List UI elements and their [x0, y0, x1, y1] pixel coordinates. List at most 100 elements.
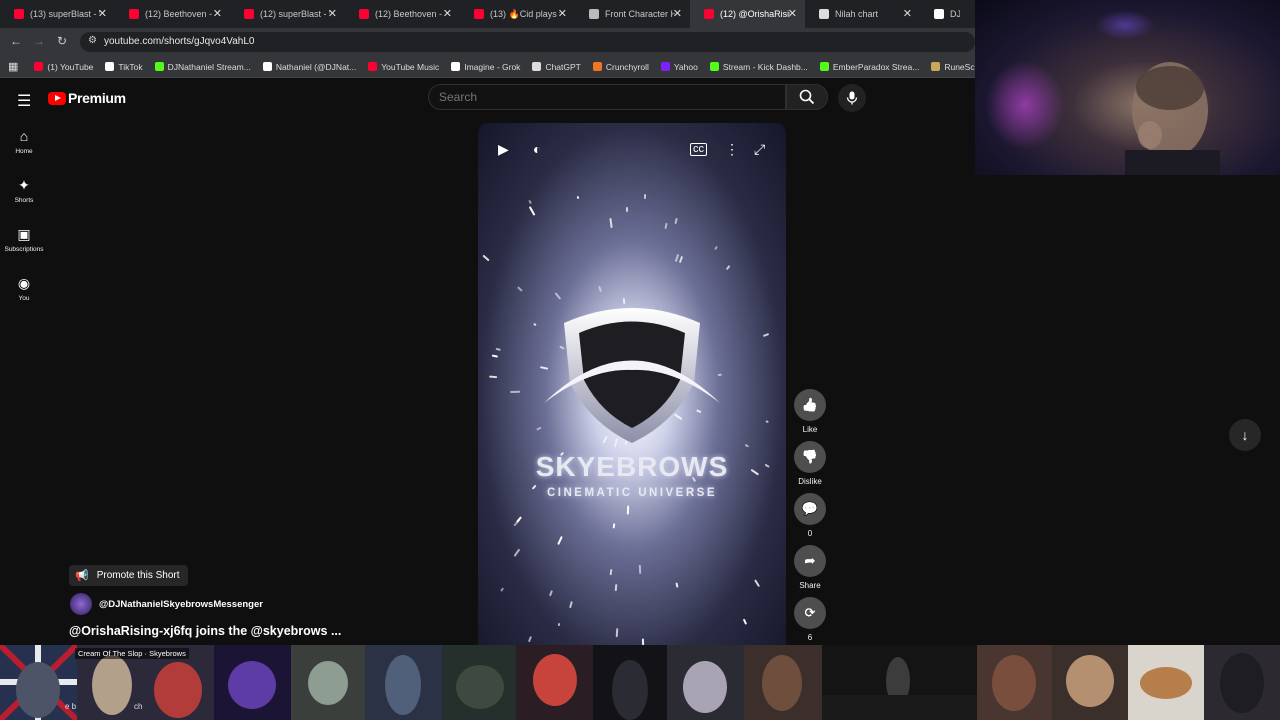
close-tab-icon[interactable]: ✕ [98, 7, 107, 20]
tab-title: (12) Beethoven - Fi [145, 9, 215, 19]
particle-streak [641, 638, 644, 645]
close-tab-icon[interactable]: ✕ [673, 7, 682, 20]
remix-button[interactable]: ⟳ 6 [794, 597, 826, 642]
like-icon[interactable]: 👍 [794, 389, 826, 421]
youtube-logo[interactable]: Premium [48, 90, 126, 106]
particle-streak [613, 522, 616, 529]
browser-tab-strip: (13) superBlast - W ✕ (12) Beethoven - Fi ✕… [0, 0, 975, 28]
dislike-button[interactable]: 👎 Dislike [794, 441, 826, 486]
particle-streak [674, 218, 679, 225]
bookmark-item[interactable]: Stream - Kick Dashb... [709, 61, 808, 72]
youtube-icon [244, 9, 254, 19]
comments-icon[interactable]: 💬 [794, 493, 826, 525]
forward-icon[interactable]: → [33, 34, 45, 48]
site-info-icon[interactable]: ⚙ [88, 35, 97, 46]
channel-avatar[interactable] [70, 593, 92, 615]
bookmark-item[interactable]: ChatGPT [532, 61, 581, 72]
bookmark-item[interactable]: (1) YouTube [34, 62, 93, 72]
bookmark-label: ChatGPT [545, 61, 581, 72]
tab-title: Nilah chart [835, 9, 879, 19]
particle-streak [557, 622, 561, 627]
captions-icon[interactable]: cc [690, 143, 707, 156]
particle-streak [489, 375, 498, 378]
bookmark-favicon-icon [709, 62, 719, 71]
bookmark-item[interactable]: DJNathaniel Stream... [154, 61, 251, 72]
bookmark-favicon-icon [931, 62, 941, 71]
close-tab-icon[interactable]: ✕ [903, 7, 912, 20]
comments-button[interactable]: 💬 0 [794, 493, 826, 538]
browser-tab[interactable]: (12) Beethoven - M ✕ [345, 0, 460, 28]
search-button[interactable] [786, 84, 828, 110]
bookmark-item[interactable]: Imagine - Grok [451, 62, 520, 72]
bookmark-item[interactable]: TikTok [105, 62, 143, 72]
particle-streak [536, 426, 542, 431]
next-short-button[interactable]: ↓ [1229, 419, 1261, 451]
youtube-icon [359, 9, 369, 19]
bookmark-label: Stream - Kick Dashb... [722, 61, 808, 72]
tab-title: (13) superBlast - W [30, 9, 100, 19]
particle-streak [664, 222, 668, 229]
close-tab-icon[interactable]: ✕ [788, 7, 797, 20]
voice-search-button[interactable] [838, 84, 866, 112]
search-icon [799, 89, 815, 105]
shorts-video-player[interactable]: ▶ ◐ cc ⋮ ⤢ SKYEBROWS CINEMATIC UNIVERSE [478, 123, 786, 645]
close-tab-icon[interactable]: ✕ [558, 7, 567, 20]
close-tab-icon[interactable]: ✕ [443, 7, 452, 20]
particle-streak [714, 245, 719, 251]
browser-tab[interactable]: (12) superBlast - W ✕ [230, 0, 345, 28]
browser-tab[interactable]: DJ Na [920, 0, 960, 28]
search-box[interactable] [428, 84, 786, 110]
share-icon[interactable]: ➦ [794, 545, 826, 577]
browser-toolbar: ← → ↻ ⚙ youtube.com/shorts/gJqvo4VahL0 [0, 28, 975, 56]
address-bar[interactable]: ⚙ youtube.com/shorts/gJqvo4VahL0 [80, 32, 975, 52]
channel-link[interactable]: @DJNathanielSkyebrowsMessenger [70, 593, 263, 615]
search-input[interactable] [439, 90, 769, 104]
bookmark-favicon-icon [154, 62, 164, 71]
browser-tab[interactable]: Nilah chart ✕ [805, 0, 920, 28]
bookmark-item[interactable]: EmberParadox Strea... [819, 62, 919, 72]
bookmark-item[interactable]: Yahoo [660, 62, 698, 72]
tiktok-icon [934, 9, 944, 19]
close-tab-icon[interactable]: ✕ [328, 7, 337, 20]
youtube-icon [14, 9, 24, 19]
browser-tab[interactable]: (13) 🔥Cid plays th ✕ [460, 0, 575, 28]
action-label: Share [799, 581, 821, 590]
remix-icon[interactable]: ⟳ [794, 597, 826, 629]
fullscreen-icon[interactable]: ⤢ [754, 141, 765, 158]
particle-streak [609, 217, 613, 228]
bookmark-label: DJNathaniel Stream... [167, 61, 251, 72]
bookmark-item[interactable]: Nathaniel (@DJNat... [262, 62, 356, 72]
browser-tab[interactable]: (12) Beethoven - Fi ✕ [115, 0, 230, 28]
more-options-icon[interactable]: ⋮ [725, 141, 739, 158]
share-button[interactable]: ➦ Share [794, 545, 826, 590]
sidebar-item-you[interactable]: ◉ You [0, 275, 48, 324]
back-icon[interactable]: ← [10, 34, 22, 48]
particle-streak [745, 444, 750, 448]
like-button[interactable]: 👍 Like [794, 389, 826, 434]
menu-icon[interactable]: ☰ [17, 91, 31, 111]
promote-short-button[interactable]: 📢 Promote this Short [69, 565, 188, 586]
reload-icon[interactable]: ↻ [57, 34, 67, 48]
premium-label: Premium [68, 90, 126, 106]
bookmark-item[interactable]: YouTube Music [368, 62, 439, 72]
play-icon[interactable]: ▶ [498, 141, 509, 158]
browser-tab[interactable]: (13) superBlast - W ✕ [0, 0, 115, 28]
particle-streak [576, 195, 580, 200]
dislike-icon[interactable]: 👎 [794, 441, 826, 473]
sidebar-item-home[interactable]: ⌂ Home [0, 128, 48, 177]
browser-tab[interactable]: (12) @OrishaRising✕ [690, 0, 805, 28]
brand-title: SKYEBROWS [535, 451, 729, 482]
music-label[interactable]: Cream Of The Slop · Skyebrows [75, 648, 189, 659]
bookmark-item[interactable]: Crunchyroll [592, 62, 649, 72]
apps-grid-icon[interactable]: ▦ [8, 60, 18, 73]
sidebar-item-shorts[interactable]: ✦ Shorts [0, 177, 48, 226]
browser-tab[interactable]: Front Character He ✕ [575, 0, 690, 28]
volume-icon[interactable]: ◐ [533, 141, 541, 157]
short-title[interactable]: @OrishaRising-xj6fq joins the @skyebrows… [69, 624, 341, 638]
youtube-icon [474, 9, 484, 19]
close-tab-icon[interactable]: ✕ [213, 7, 222, 20]
sidebar-item-label: Home [15, 148, 33, 155]
particle-streak [513, 518, 521, 527]
sidebar-item-subscriptions[interactable]: ▣ Subscriptions [0, 226, 48, 275]
bookmark-favicon-icon [660, 62, 670, 71]
